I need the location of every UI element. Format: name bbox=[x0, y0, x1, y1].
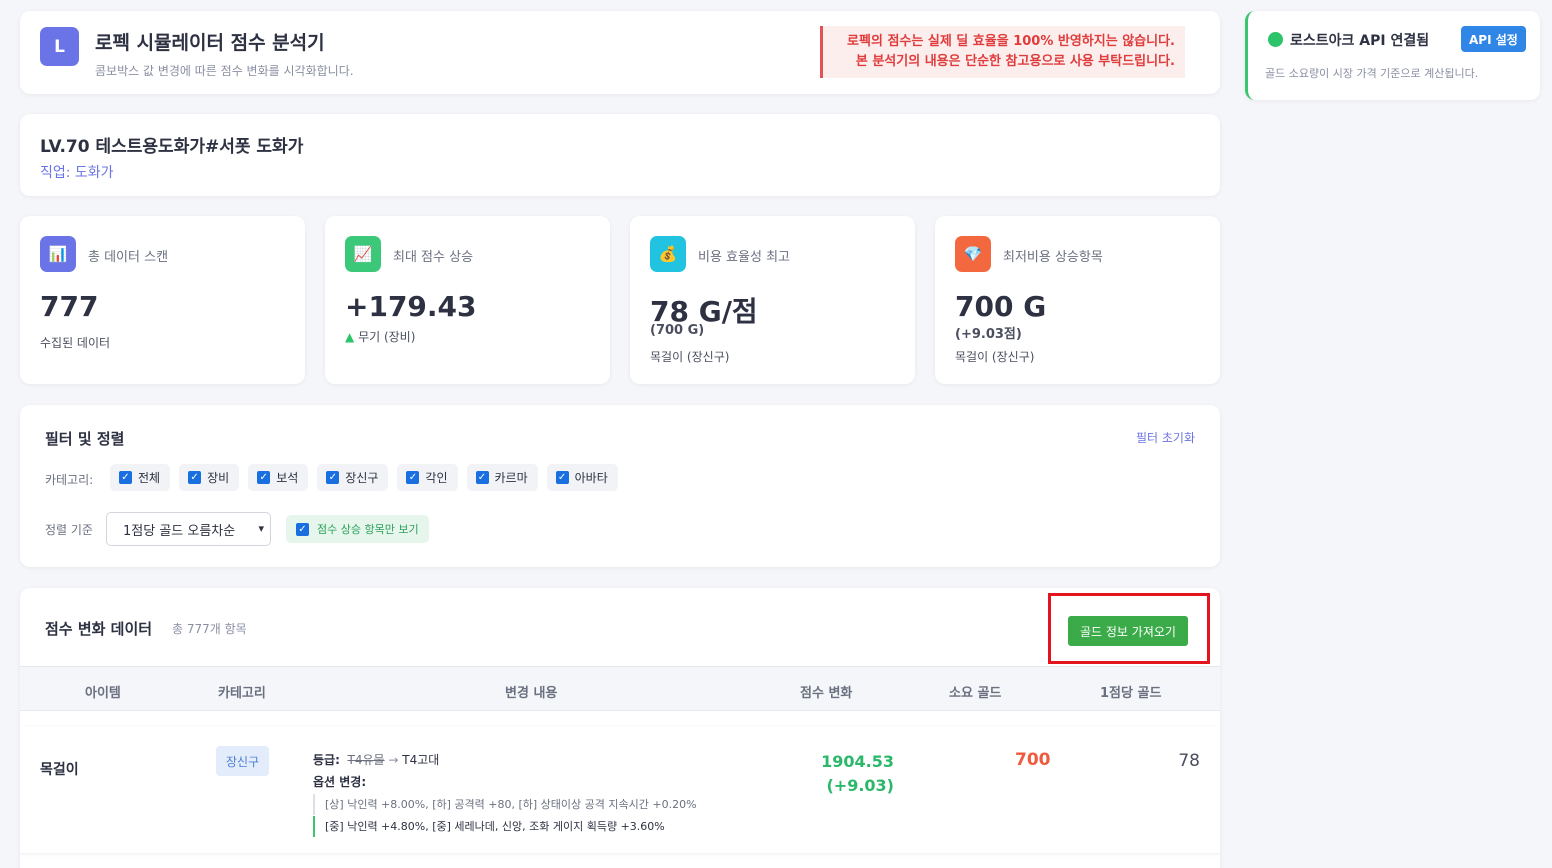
category-chip-gem[interactable]: ✓ 보석 bbox=[248, 464, 309, 491]
score-only-toggle[interactable]: ✓ 점수 상승 항목만 보기 bbox=[286, 515, 429, 543]
column-header-gold: 소요 골드 bbox=[949, 686, 1002, 701]
gem-icon: 💎 bbox=[955, 236, 991, 272]
triangle-up-icon: ▲ bbox=[345, 330, 355, 344]
column-header-gold-per-point: 1점당 골드 bbox=[1100, 686, 1162, 701]
sort-select-value: 1점당 골드 오름차순 bbox=[123, 523, 236, 539]
stat-card-total-scan: 📊 총 데이터 스캔 777 수집된 데이터 bbox=[20, 216, 305, 384]
arrow-right-icon: → bbox=[388, 753, 399, 767]
table-count: 총 777개 항목 bbox=[172, 622, 247, 636]
header-card: L 로펙 시뮬레이터 점수 분석기 콤보박스 값 변경에 따른 점수 변화를 시… bbox=[20, 11, 1220, 94]
character-class: 직업: 도화가 bbox=[40, 165, 114, 181]
change-details: 등급: T4유물 → T4고대 옵션 변경: [상] 낙인력 +8.00%, [… bbox=[313, 749, 697, 837]
stat-label: 비용 효율성 최고 bbox=[698, 250, 790, 265]
checkbox-checked-icon[interactable]: ✓ bbox=[257, 471, 271, 484]
category-chip-equipment[interactable]: ✓ 장비 bbox=[179, 464, 240, 491]
stat-label: 총 데이터 스캔 bbox=[88, 250, 169, 265]
checkbox-checked-icon[interactable]: ✓ bbox=[326, 471, 340, 484]
filter-reset-link[interactable]: 필터 초기화 bbox=[1136, 429, 1195, 446]
api-status: 로스트아크 API 연결됨 bbox=[1290, 33, 1430, 49]
checkbox-checked-icon[interactable]: ✓ bbox=[296, 522, 309, 536]
bar-chart-icon: 📊 bbox=[40, 236, 76, 272]
filter-title: 필터 및 정렬 bbox=[45, 430, 125, 448]
checkbox-checked-icon[interactable]: ✓ bbox=[406, 471, 420, 484]
status-dot-icon bbox=[1268, 32, 1283, 47]
stat-value: +179.43 bbox=[345, 290, 477, 323]
app-title: 로펙 시뮬레이터 점수 분석기 bbox=[95, 32, 325, 54]
item-name: 목걸이 bbox=[40, 762, 79, 778]
category-label: 카테고리: bbox=[45, 473, 94, 487]
column-header-score: 점수 변화 bbox=[800, 686, 853, 701]
column-header-change: 변경 내용 bbox=[505, 686, 558, 701]
stat-desc: 목걸이 (장신구) bbox=[955, 350, 1035, 364]
checkbox-checked-icon[interactable]: ✓ bbox=[188, 471, 202, 484]
score-value: 1904.53 bbox=[821, 752, 894, 771]
stat-card-max-score: 📈 최대 점수 상승 +179.43 ▲ 무기 (장비) bbox=[325, 216, 610, 384]
trend-up-icon: 📈 bbox=[345, 236, 381, 272]
stat-label: 최대 점수 상승 bbox=[393, 250, 474, 265]
character-name: LV.70 테스트용도화가#서폿 도화가 bbox=[40, 137, 304, 157]
stat-desc: ▲ 무기 (장비) bbox=[345, 330, 416, 344]
warning-line-1: 로펙의 점수는 실제 딜 효율을 100% 반영하지는 않습니다. bbox=[847, 34, 1175, 49]
score-change: 1904.53 (+9.03) bbox=[821, 750, 894, 798]
stat-desc: 목걸이 (장신구) bbox=[650, 350, 730, 364]
api-note: 골드 소요량이 시장 가격 기준으로 계산됩니다. bbox=[1265, 67, 1479, 80]
score-only-label: 점수 상승 항목만 보기 bbox=[317, 523, 419, 536]
gold-per-point: 78 bbox=[1178, 751, 1200, 771]
category-chip-accessory[interactable]: ✓ 장신구 bbox=[317, 464, 389, 491]
stat-value: 777 bbox=[40, 290, 99, 323]
sort-label: 정렬 기준 bbox=[45, 523, 93, 537]
fetch-gold-button[interactable]: 골드 정보 가져오기 bbox=[1068, 616, 1188, 646]
category-chip-karma[interactable]: ✓ 카르마 bbox=[466, 464, 538, 491]
stat-label: 최저비용 상승항목 bbox=[1003, 250, 1103, 265]
app-subtitle: 콤보박스 값 변경에 따른 점수 변화를 시각화합니다. bbox=[95, 64, 354, 78]
api-settings-button[interactable]: API 설정 bbox=[1461, 26, 1526, 52]
table-row[interactable]: 목걸이 장신구 등급: T4유물 → T4고대 옵션 변경: [상] 낙인력 +… bbox=[20, 727, 1220, 853]
app-logo: L bbox=[40, 27, 79, 66]
score-delta: (+9.03) bbox=[826, 776, 894, 795]
chevron-down-icon: ▾ bbox=[258, 522, 264, 535]
column-header-category: 카테고리 bbox=[218, 686, 266, 701]
stat-desc: 수집된 데이터 bbox=[40, 336, 111, 350]
warning-notice: 로펙의 점수는 실제 딜 효율을 100% 반영하지는 않습니다. 본 분석기의… bbox=[820, 26, 1185, 78]
sort-select[interactable]: 1점당 골드 오름차순 ▾ bbox=[106, 512, 271, 546]
table-title: 점수 변화 데이터 bbox=[45, 620, 153, 638]
api-panel: 로스트아크 API 연결됨 API 설정 골드 소요량이 시장 가격 기준으로 … bbox=[1245, 11, 1540, 100]
filter-card: 필터 및 정렬 필터 초기화 카테고리: ✓ 전체 ✓ 장비 ✓ 보석 ✓ 장신구 ✓ 각… bbox=[20, 405, 1220, 567]
stat-card-cost-efficiency: 💰 비용 효율성 최고 78 G/점 (700 G) 목걸이 (장신구) bbox=[630, 216, 915, 384]
option-new: [중] 낙인력 +4.80%, [중] 세레나데, 신앙, 조화 게이지 획득량… bbox=[313, 816, 697, 837]
grade-change: 등급: T4유물 → T4고대 bbox=[313, 753, 440, 767]
category-chip-engraving[interactable]: ✓ 각인 bbox=[397, 464, 458, 491]
checkbox-checked-icon[interactable]: ✓ bbox=[475, 471, 489, 484]
stat-card-lowest-cost: 💎 최저비용 상승항목 700 G (+9.03점) 목걸이 (장신구) bbox=[935, 216, 1220, 384]
score-table-card: 점수 변화 데이터 총 777개 항목 골드 정보 가져오기 아이템 카테고리 … bbox=[20, 588, 1220, 868]
column-header-item: 아이템 bbox=[85, 686, 121, 701]
table-header: 아이템 카테고리 변경 내용 점수 변화 소요 골드 1점당 골드 bbox=[20, 666, 1220, 711]
option-old: [상] 낙인력 +8.00%, [하] 공격력 +80, [하] 상태이상 공격… bbox=[313, 794, 697, 815]
category-badge: 장신구 bbox=[216, 746, 270, 776]
stat-extra: (+9.03점) bbox=[955, 327, 1022, 342]
checkbox-checked-icon[interactable]: ✓ bbox=[119, 471, 132, 484]
character-card: LV.70 테스트용도화가#서폿 도화가 직업: 도화가 bbox=[20, 114, 1220, 196]
warning-line-2: 본 분석기의 내용은 단순한 참고용으로 사용 부탁드립니다. bbox=[855, 54, 1175, 69]
stat-value: 700 G bbox=[955, 290, 1047, 323]
options-label: 옵션 변경: bbox=[313, 775, 367, 789]
category-chips: ✓ 전체 ✓ 장비 ✓ 보석 ✓ 장신구 ✓ 각인 ✓ 카르마 ✓ 아바타 bbox=[110, 464, 618, 491]
checkbox-checked-icon[interactable]: ✓ bbox=[555, 471, 569, 484]
stat-extra: (700 G) bbox=[650, 323, 705, 338]
category-chip-avatar[interactable]: ✓ 아바타 bbox=[546, 464, 618, 491]
money-bag-icon: 💰 bbox=[650, 236, 686, 272]
category-chip-all[interactable]: ✓ 전체 bbox=[110, 464, 171, 491]
gold-cost: 700 bbox=[1015, 750, 1051, 770]
